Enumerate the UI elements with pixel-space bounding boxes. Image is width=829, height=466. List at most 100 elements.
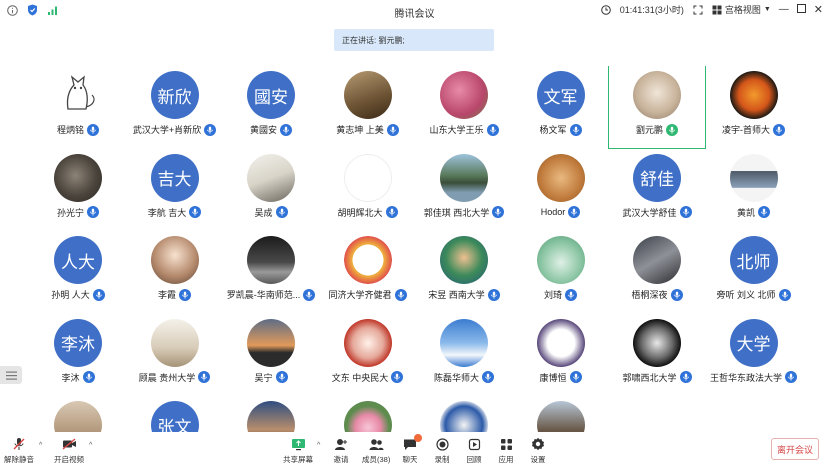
- mic-icon: [92, 288, 105, 301]
- participant-tile[interactable]: 张文: [127, 396, 223, 436]
- side-panel-toggle[interactable]: [0, 366, 22, 384]
- camera-off-icon: [61, 437, 77, 451]
- mute-button[interactable]: 解除静音: [4, 437, 34, 465]
- share-screen-button[interactable]: 共享屏幕: [283, 437, 313, 465]
- participant-tile[interactable]: 吴宁: [223, 314, 319, 396]
- participant-tile[interactable]: 文军 杨文军: [513, 66, 609, 148]
- mic-icon: [198, 371, 211, 383]
- participant-tile[interactable]: [30, 396, 126, 436]
- participant-tile[interactable]: 黄志坤 上美: [320, 66, 416, 148]
- participant-tile[interactable]: 山东大学王乐: [416, 66, 512, 148]
- participant-tile[interactable]: 舒佳 武汉大学舒佳: [609, 149, 705, 231]
- participant-tile[interactable]: 新欣 武汉大学+肖新欣: [127, 66, 223, 148]
- participant-tile[interactable]: 郭啸西北大学: [609, 314, 705, 396]
- apps-icon: [498, 437, 514, 451]
- participant-tile[interactable]: 黄凯: [706, 149, 801, 231]
- participant-name-row: 旁听 刘义 北师: [706, 288, 801, 301]
- invite-button[interactable]: 邀请: [333, 437, 349, 465]
- signal-icon[interactable]: [46, 4, 58, 16]
- participant-tile[interactable]: 人大 孙明 人大: [30, 231, 126, 313]
- participant-tile[interactable]: 劉元鹏: [608, 66, 706, 149]
- minimize-icon[interactable]: —: [779, 4, 789, 15]
- avatar: [440, 318, 488, 367]
- participant-name-row: 黄國安: [223, 123, 319, 136]
- participant-tile[interactable]: 顾晨 贵州大学: [127, 314, 223, 396]
- fullscreen-icon[interactable]: [692, 4, 704, 16]
- participant-name: 顾晨 贵州大学: [138, 372, 196, 383]
- mic-icon: [280, 123, 292, 136]
- avatar: [247, 401, 295, 436]
- participant-tile[interactable]: 胡明辉北大: [320, 149, 416, 231]
- participant-tile[interactable]: 陈磊华师大: [416, 314, 512, 396]
- video-options-caret[interactable]: ^: [89, 442, 92, 449]
- view-mode-button[interactable]: 宫格视图 ▼: [712, 3, 771, 16]
- participant-tile[interactable]: [416, 396, 512, 436]
- avatar: [247, 236, 295, 284]
- participant-name-row: 宋昱 西南大学: [416, 288, 512, 301]
- participant-tile[interactable]: 凌宇-首师大: [706, 66, 801, 148]
- participant-name: 宋昱 西南大学: [428, 290, 485, 300]
- participant-tile[interactable]: 同济大学齐健君: [320, 231, 416, 313]
- participant-tile[interactable]: 吴成: [223, 149, 319, 231]
- shield-icon[interactable]: [26, 4, 38, 16]
- avatar: 北师: [729, 236, 778, 284]
- rewind-button[interactable]: 回顾: [466, 437, 482, 465]
- participant-tile[interactable]: 梧桐深夜: [609, 231, 705, 313]
- participant-name-row: Hodor: [513, 205, 609, 218]
- participant-name: 程炳铭: [56, 125, 84, 135]
- avatar: [343, 318, 392, 367]
- participant-tile[interactable]: 康博恒: [513, 314, 609, 396]
- members-icon: [368, 437, 384, 451]
- participant-tile[interactable]: 大学 王哲华东政法大学: [706, 314, 801, 396]
- members-button[interactable]: 成员(38): [362, 437, 390, 465]
- participant-tile[interactable]: [513, 396, 609, 436]
- mic-icon: [204, 123, 217, 136]
- participant-tile[interactable]: 李霞: [127, 231, 223, 313]
- chat-button[interactable]: 聊天: [402, 434, 422, 465]
- avatar: [729, 153, 778, 202]
- avatar: [536, 153, 585, 202]
- maximize-icon[interactable]: [796, 4, 806, 15]
- participant-name: 凌宇-首师大: [722, 125, 770, 135]
- participant-name-row: 山东大学王乐: [416, 123, 512, 136]
- participant-tile[interactable]: 罗凯晨-华南师范...: [223, 231, 319, 313]
- participant-tile[interactable]: Hodor: [513, 149, 609, 231]
- chat-unread-badge: [414, 434, 422, 442]
- chat-icon: [402, 434, 422, 451]
- participant-tile[interactable]: 李沐 李沐: [30, 314, 126, 396]
- participant-tile[interactable]: 北师旁听 刘义 北师: [706, 231, 801, 313]
- apps-button[interactable]: 应用: [498, 437, 514, 465]
- participant-name: 同济大学齐健君: [328, 290, 392, 300]
- avatar: [633, 318, 681, 367]
- avatar: [247, 153, 295, 202]
- participant-name-row: 黄凯: [706, 206, 801, 219]
- mic-icon: [82, 371, 95, 383]
- chevron-down-icon: ▼: [763, 6, 771, 13]
- view-mode-label: 宫格视图: [724, 5, 761, 15]
- leave-meeting-button[interactable]: 离开会议: [771, 438, 819, 460]
- info-icon[interactable]: [6, 4, 18, 16]
- participant-tile[interactable]: 郭佳琪 西北大学: [416, 149, 512, 231]
- participant-name: 李霞: [157, 290, 176, 300]
- participant-name-row: 文东 中央民大: [320, 371, 416, 384]
- participant-tile[interactable]: [223, 396, 319, 436]
- share-options-caret[interactable]: ^: [317, 442, 320, 449]
- participant-tile[interactable]: 國安 黄國安: [223, 66, 319, 148]
- close-icon[interactable]: ✕: [814, 3, 823, 16]
- mic-icon: [569, 123, 582, 136]
- avatar-initials: 舒佳: [640, 170, 674, 189]
- avatar: [247, 318, 295, 367]
- participant-tile[interactable]: 吉大 李航 吉大: [127, 149, 223, 231]
- mute-options-caret[interactable]: ^: [39, 442, 42, 449]
- participant-tile[interactable]: [320, 396, 416, 436]
- settings-label: 设置: [530, 455, 546, 464]
- settings-button[interactable]: 设置: [530, 437, 546, 465]
- participant-tile[interactable]: 刘琦: [513, 231, 609, 313]
- record-button[interactable]: 录制: [434, 437, 450, 465]
- participant-tile[interactable]: 程炳铭: [30, 66, 126, 148]
- participant-tile[interactable]: 文东 中央民大: [320, 314, 416, 396]
- participant-tile[interactable]: 孙光宁: [30, 149, 126, 231]
- record-icon: [434, 437, 450, 451]
- participant-tile[interactable]: 宋昱 西南大学: [416, 231, 512, 313]
- video-button[interactable]: 开启视频: [54, 437, 84, 465]
